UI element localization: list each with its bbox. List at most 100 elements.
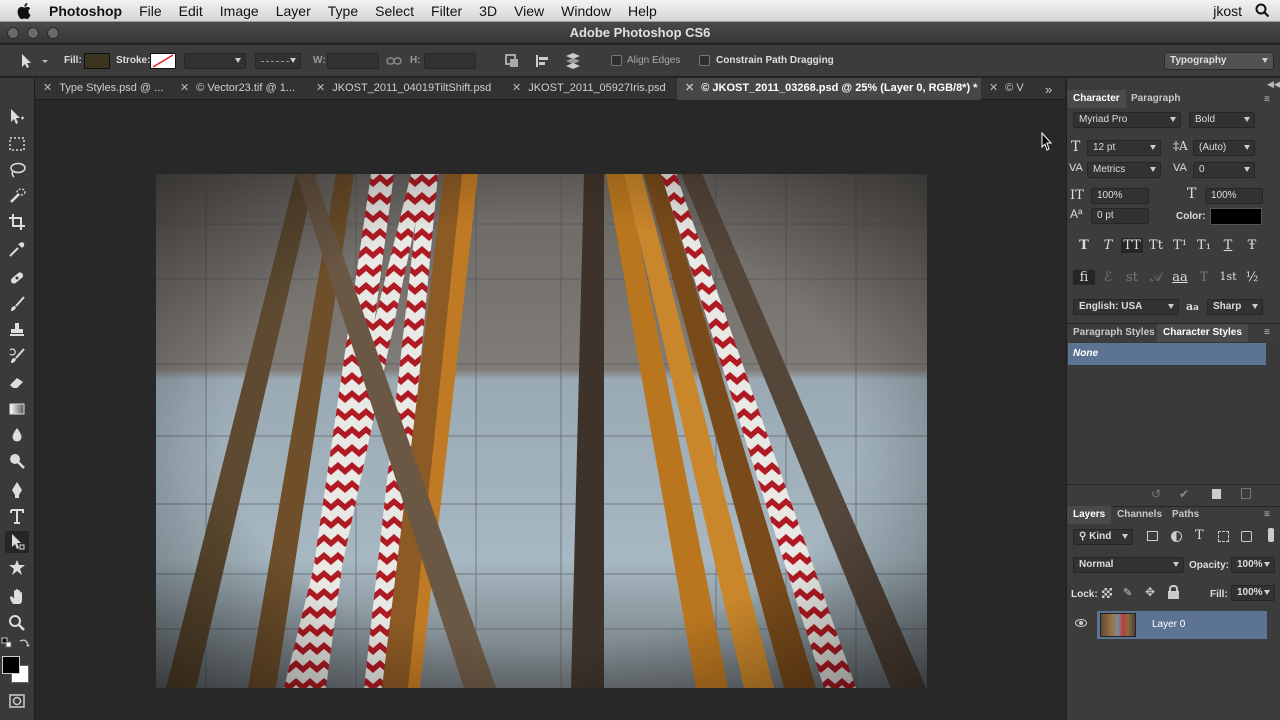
lasso-tool-icon[interactable] — [5, 159, 29, 181]
filter-pixel-icon[interactable] — [1147, 531, 1158, 541]
lock-transparency-icon[interactable] — [1102, 588, 1112, 598]
small-caps-button[interactable]: Tt — [1145, 238, 1167, 253]
contextual-alternates-button[interactable]: ℰ — [1097, 270, 1119, 285]
fill-swatch[interactable] — [84, 53, 110, 69]
all-caps-button[interactable]: TT — [1121, 238, 1143, 253]
lock-image-icon[interactable]: ✎ — [1123, 586, 1132, 599]
filter-type-icon[interactable]: T — [1195, 528, 1204, 543]
delete-style-icon[interactable] — [1241, 488, 1251, 499]
tab-active-document[interactable]: ✕ © JKOST_2011_03268.psd @ 25% (Layer 0, … — [677, 78, 981, 100]
language-dropdown[interactable]: English: USA — [1073, 299, 1179, 315]
crop-tool-icon[interactable] — [5, 211, 29, 233]
marquee-tool-icon[interactable] — [5, 133, 29, 155]
menu-3d[interactable]: 3D — [479, 3, 497, 19]
tab-paragraph[interactable]: Paragraph — [1125, 90, 1186, 108]
faux-bold-button[interactable]: T — [1073, 238, 1095, 253]
tab-vector23[interactable]: ✕ © Vector23.tif @ 1... — [172, 78, 308, 100]
type-tool-icon[interactable] — [5, 505, 29, 527]
fractions-button[interactable]: ½ — [1241, 270, 1263, 285]
font-family-dropdown[interactable]: Myriad Pro — [1073, 112, 1181, 128]
zoom-window-button[interactable] — [47, 27, 59, 39]
tab-channels[interactable]: Channels — [1111, 506, 1168, 524]
kerning-field[interactable]: Metrics — [1087, 162, 1161, 178]
blur-tool-icon[interactable] — [5, 424, 29, 446]
stroke-width-dropdown[interactable] — [184, 53, 246, 69]
tab-overflow-document[interactable]: ✕ © V — [981, 78, 1041, 100]
gradient-tool-icon[interactable] — [5, 398, 29, 420]
apple-icon[interactable] — [17, 2, 37, 19]
menu-layer[interactable]: Layer — [276, 3, 311, 19]
menu-file[interactable]: File — [139, 3, 162, 19]
lock-position-icon[interactable]: ✥ — [1145, 585, 1155, 599]
clear-override-icon[interactable]: ↺ — [1151, 487, 1161, 501]
close-tab-icon[interactable]: ✕ — [43, 82, 52, 94]
path-selection-tool-icon[interactable] — [5, 531, 29, 553]
stylistic-alternates-button[interactable]: aa — [1169, 270, 1191, 285]
healing-brush-tool-icon[interactable] — [5, 267, 29, 289]
discretionary-ligatures-button[interactable]: st — [1121, 270, 1143, 285]
tab-paths[interactable]: Paths — [1166, 506, 1205, 524]
constrain-path-checkbox[interactable] — [699, 55, 710, 66]
superscript-button[interactable]: T¹ — [1169, 238, 1191, 253]
tab-character[interactable]: Character — [1067, 90, 1126, 108]
filter-adjustment-icon[interactable] — [1171, 531, 1182, 542]
menu-type[interactable]: Type — [328, 3, 358, 19]
clone-stamp-tool-icon[interactable] — [5, 319, 29, 341]
path-alignment-icon[interactable] — [534, 53, 550, 72]
zoom-tool-icon[interactable] — [5, 612, 29, 634]
document-canvas[interactable] — [35, 100, 1065, 720]
history-brush-tool-icon[interactable] — [5, 345, 29, 367]
layer-row[interactable]: Layer 0 — [1067, 611, 1280, 639]
brush-tool-icon[interactable] — [5, 293, 29, 315]
underline-button[interactable]: T — [1217, 238, 1239, 253]
new-style-icon[interactable] — [1212, 489, 1221, 499]
filter-shape-icon[interactable] — [1218, 531, 1229, 542]
layer-filter-kind-dropdown[interactable]: ⚲ Kind — [1073, 529, 1133, 545]
character-panel-menu-icon[interactable]: ≡ — [1264, 94, 1270, 105]
filter-smart-object-icon[interactable] — [1241, 531, 1252, 542]
width-field[interactable] — [327, 53, 379, 69]
minimize-window-button[interactable] — [27, 27, 39, 39]
strikethrough-button[interactable]: Ŧ — [1241, 238, 1263, 253]
eraser-tool-icon[interactable] — [5, 371, 29, 393]
menu-select[interactable]: Select — [375, 3, 414, 19]
layer-name[interactable]: Layer 0 — [1152, 619, 1185, 630]
vertical-scale-field[interactable]: 100% — [1091, 188, 1149, 204]
titling-alternates-button[interactable]: T — [1193, 270, 1215, 285]
quick-selection-tool-icon[interactable] — [5, 185, 29, 207]
leading-field[interactable]: (Auto) — [1193, 140, 1255, 156]
faux-italic-button[interactable]: T — [1097, 238, 1119, 253]
horizontal-scale-field[interactable]: 100% — [1205, 188, 1263, 204]
text-color-swatch[interactable] — [1210, 208, 1262, 225]
custom-shape-tool-icon[interactable] — [5, 557, 29, 579]
stroke-swatch[interactable] — [150, 53, 176, 69]
antialias-dropdown[interactable]: Sharp — [1207, 299, 1263, 315]
fill-opacity-field[interactable]: 100% — [1231, 585, 1275, 601]
tool-preset-icon[interactable] — [18, 52, 48, 73]
foreground-color-swatch[interactable] — [2, 656, 20, 674]
menu-help[interactable]: Help — [628, 3, 657, 19]
tab-paragraph-styles[interactable]: Paragraph Styles — [1067, 324, 1161, 342]
hand-tool-icon[interactable] — [5, 586, 29, 608]
menu-window[interactable]: Window — [561, 3, 611, 19]
more-tabs-icon[interactable]: » — [1045, 82, 1052, 97]
pen-tool-icon[interactable] — [5, 479, 29, 501]
style-item-none[interactable]: None — [1068, 343, 1266, 365]
tab-character-styles[interactable]: Character Styles — [1157, 324, 1248, 342]
default-colors-icon[interactable] — [1, 636, 13, 648]
styles-panel-menu-icon[interactable]: ≡ — [1264, 327, 1270, 338]
ligatures-button[interactable]: fi — [1073, 270, 1095, 285]
ordinals-button[interactable]: 1st — [1217, 270, 1239, 285]
menu-edit[interactable]: Edit — [179, 3, 203, 19]
tab-layers[interactable]: Layers — [1067, 506, 1112, 524]
close-window-button[interactable] — [7, 27, 19, 39]
close-tab-icon[interactable]: ✕ — [316, 82, 325, 94]
path-operations-icon[interactable] — [504, 53, 520, 72]
stroke-type-dropdown[interactable] — [255, 53, 301, 69]
redefine-style-icon[interactable]: ✔ — [1179, 487, 1189, 501]
blend-mode-dropdown[interactable]: Normal — [1073, 557, 1184, 573]
move-tool-icon[interactable] — [5, 106, 29, 128]
menu-filter[interactable]: Filter — [431, 3, 462, 19]
layers-panel-menu-icon[interactable]: ≡ — [1264, 509, 1270, 520]
workspace-switcher[interactable]: Typography — [1164, 52, 1274, 70]
